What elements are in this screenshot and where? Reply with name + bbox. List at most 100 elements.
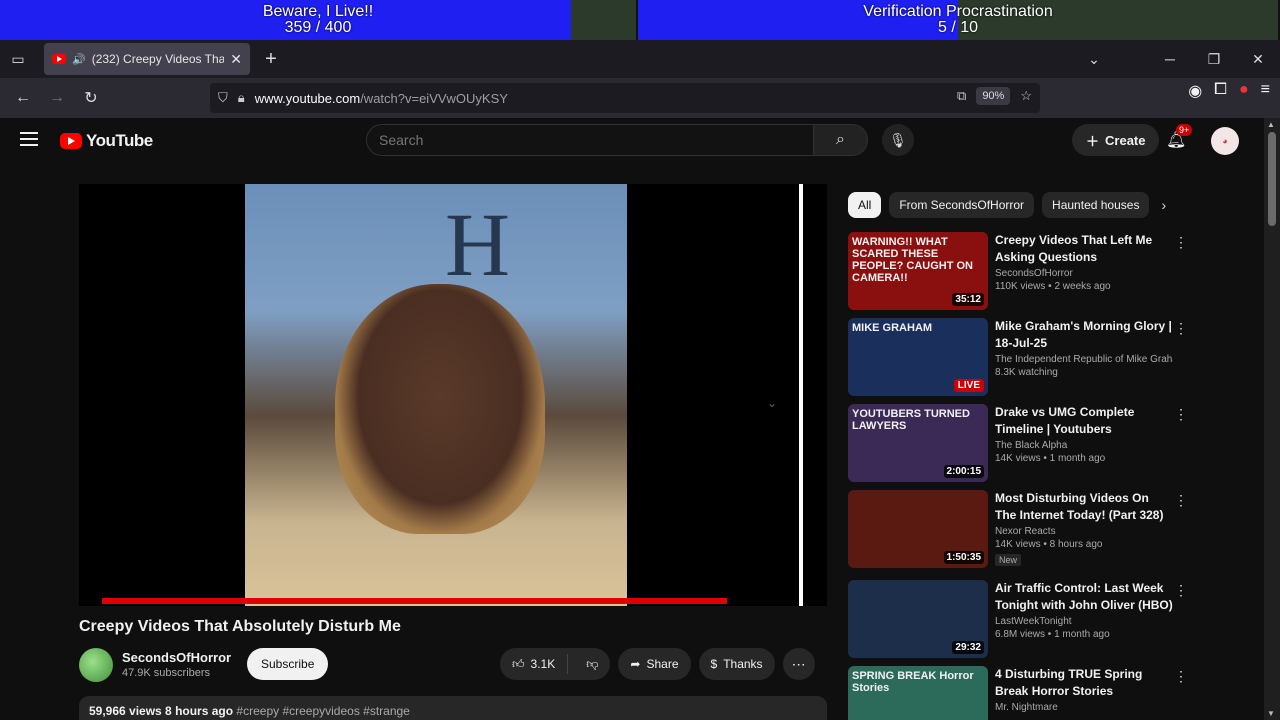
recommendation-thumbnail[interactable]: MIKE GRAHAM LIVE bbox=[848, 318, 988, 396]
goal-text: Verification Procrastination 5 / 10 bbox=[638, 4, 1278, 36]
kebab-menu-icon[interactable]: ⋮ bbox=[1174, 234, 1188, 251]
url-bar-actions: ⧉ 90% ☆ bbox=[957, 87, 1032, 105]
recommendation-info: Most Disturbing Videos On The Internet T… bbox=[995, 490, 1173, 568]
list-all-tabs-icon[interactable]: ⌄ bbox=[1072, 51, 1116, 68]
thumbnail-text: YOUTUBERS TURNED LAWYERS bbox=[852, 408, 970, 432]
like-button[interactable]: 👍︎ 3.1K bbox=[500, 654, 569, 674]
close-window-icon[interactable]: ✕ bbox=[1236, 51, 1280, 68]
youtube-logo[interactable]: YouTube bbox=[60, 131, 153, 151]
recommendation-thumbnail[interactable]: WARNING!! WHAT SCARED THESE PEOPLE? CAUG… bbox=[848, 232, 988, 310]
page-scrollbar[interactable]: ▲ ▼ bbox=[1264, 118, 1280, 720]
kebab-menu-icon[interactable]: ⋮ bbox=[1174, 668, 1188, 685]
kebab-menu-icon[interactable]: ⋮ bbox=[1174, 492, 1188, 509]
forward-icon[interactable]: → bbox=[40, 81, 74, 115]
dislike-button[interactable]: 👎︎ bbox=[574, 657, 610, 672]
menu-icon[interactable]: ≡ bbox=[1261, 81, 1270, 101]
recommendation-item[interactable]: YOUTUBERS TURNED LAWYERS 2:00:15 Drake vs … bbox=[848, 404, 1188, 486]
recommendation-channel[interactable]: Mr. Nightmare bbox=[995, 702, 1173, 713]
kebab-menu-icon[interactable]: ⋮ bbox=[1174, 582, 1188, 599]
browser-tab-bar: ▭ 🔊 (232) Creepy Videos That A ✕ + ⌄ ─ ❐… bbox=[0, 40, 1280, 78]
new-tab-button[interactable]: + bbox=[256, 44, 286, 74]
search-input[interactable] bbox=[366, 124, 814, 156]
restore-icon[interactable]: ❐ bbox=[1192, 51, 1236, 68]
search-box: ⌕ bbox=[366, 124, 868, 156]
extension-red-icon[interactable]: ● bbox=[1239, 81, 1249, 101]
recommendation-channel[interactable]: The Black Alpha bbox=[995, 440, 1173, 451]
channel-avatar[interactable] bbox=[79, 648, 113, 682]
goal-title: Beware, I Live!! bbox=[262, 3, 374, 20]
speaker-icon[interactable]: 🔊 bbox=[72, 53, 86, 66]
description-tags[interactable]: #creepy #creepyvideos #strange bbox=[236, 704, 409, 718]
scrollbar-thumb[interactable] bbox=[1268, 132, 1276, 226]
create-button[interactable]: ＋ Create bbox=[1072, 124, 1160, 156]
notifications-bell-icon[interactable]: 🔔︎ 9+ bbox=[1166, 124, 1193, 150]
kebab-menu-icon[interactable]: ⋮ bbox=[1174, 406, 1188, 423]
goal-bar-beware: Beware, I Live!! 359 / 400 bbox=[0, 0, 638, 40]
account-avatar[interactable]: ◕ bbox=[1211, 127, 1239, 155]
video-description[interactable]: 59,966 views 8 hours ago #creepy #creepy… bbox=[79, 696, 827, 720]
recommendation-channel[interactable]: Nexor Reacts bbox=[995, 526, 1173, 537]
recommendation-title[interactable]: Mike Graham's Morning Glory | 18-Jul-25 bbox=[995, 318, 1173, 352]
bookmark-star-icon[interactable]: ☆ bbox=[1020, 88, 1032, 104]
back-icon[interactable]: ← bbox=[6, 81, 40, 115]
lock-icon[interactable]: 🔒︎ bbox=[238, 90, 245, 106]
scroll-down-icon[interactable]: ▼ bbox=[1267, 709, 1275, 718]
chip-haunted-houses[interactable]: Haunted houses bbox=[1042, 192, 1150, 218]
channel-name[interactable]: SecondsOfHorror bbox=[122, 650, 231, 665]
recommendation-item[interactable]: WARNING!! WHAT SCARED THESE PEOPLE? CAUG… bbox=[848, 232, 1188, 314]
zoom-level[interactable]: 90% bbox=[976, 87, 1011, 105]
live-badge: LIVE bbox=[953, 379, 984, 392]
recommendation-channel[interactable]: SecondsOfHorror bbox=[995, 268, 1173, 279]
recommendation-title[interactable]: 4 Disturbing TRUE Spring Break Horror St… bbox=[995, 666, 1173, 700]
share-button[interactable]: ➦ Share bbox=[618, 648, 691, 680]
recommendation-item[interactable]: 1:50:35 Most Disturbing Videos On The Int… bbox=[848, 490, 1188, 572]
picture-in-picture-icon[interactable]: ⧉ bbox=[957, 88, 966, 104]
recommendation-item[interactable]: 29:32 Air Traffic Control: Last Week Toni… bbox=[848, 580, 1188, 662]
subscribe-button[interactable]: Subscribe bbox=[247, 648, 329, 680]
browser-tab-active[interactable]: 🔊 (232) Creepy Videos That A ✕ bbox=[44, 43, 250, 75]
goal-bar-verification: Verification Procrastination 5 / 10 bbox=[638, 0, 1280, 40]
recommendation-thumbnail[interactable]: SPRING BREAK Horror Stories bbox=[848, 666, 988, 720]
chip-all[interactable]: All bbox=[848, 192, 882, 218]
recommendation-title[interactable]: Drake vs UMG Complete Timeline | Youtube… bbox=[995, 404, 1173, 438]
recommendation-title[interactable]: Creepy Videos That Left Me Asking Questi… bbox=[995, 232, 1173, 266]
microphone-icon[interactable]: 🎙︎ bbox=[882, 124, 914, 156]
video-owner-row: SecondsOfHorror 47.9K subscribers Subscr… bbox=[79, 646, 827, 682]
kebab-menu-icon[interactable]: ⋮ bbox=[1174, 320, 1188, 337]
guide-menu-icon[interactable] bbox=[20, 132, 38, 150]
recommendation-thumbnail[interactable]: 29:32 bbox=[848, 580, 988, 658]
tab-list-icon[interactable]: ▭ bbox=[0, 40, 36, 78]
recommendation-title[interactable]: Most Disturbing Videos On The Internet T… bbox=[995, 490, 1173, 524]
account-icon[interactable]: ◉ bbox=[1188, 81, 1202, 101]
recommendation-meta: 8.3K watching bbox=[995, 367, 1058, 378]
recommendation-thumbnail[interactable]: 1:50:35 bbox=[848, 490, 988, 568]
scroll-up-icon[interactable]: ▲ bbox=[1267, 120, 1275, 129]
recommendation-item[interactable]: SPRING BREAK Horror Stories 4 Disturbing … bbox=[848, 666, 1188, 720]
chip-from-channel[interactable]: From SecondsOfHorror bbox=[889, 192, 1035, 218]
toolbar-right: ◉ ⧠ ● ≡ bbox=[1188, 81, 1270, 101]
chevron-right-icon[interactable]: › bbox=[1157, 197, 1166, 213]
shield-icon[interactable]: ⛉ bbox=[218, 90, 228, 106]
chevron-down-icon[interactable]: ⌄ bbox=[767, 396, 777, 410]
minimize-icon[interactable]: ─ bbox=[1148, 51, 1192, 67]
url-text[interactable]: www.youtube.com/watch?v=eiVVwOUyKSY bbox=[255, 91, 508, 106]
close-tab-icon[interactable]: ✕ bbox=[230, 51, 242, 68]
thanks-label: Thanks bbox=[723, 657, 763, 671]
reload-icon[interactable]: ↻ bbox=[74, 81, 108, 115]
search-icon[interactable]: ⌕ bbox=[814, 124, 868, 156]
recommendation-thumbnail[interactable]: YOUTUBERS TURNED LAWYERS 2:00:15 bbox=[848, 404, 988, 482]
youtube-page: YouTube ⌕ 🎙︎ ＋ Create 🔔︎9+ ◕ H ⌄ Cr bbox=[0, 118, 1264, 720]
video-progress-bar[interactable] bbox=[102, 598, 727, 604]
more-actions-icon[interactable]: ⋯ bbox=[782, 648, 815, 680]
url-bar[interactable]: ⛉ 🔒︎ www.youtube.com/watch?v=eiVVwOUyKSY… bbox=[210, 83, 1040, 113]
recommendation-item[interactable]: MIKE GRAHAM LIVE Mike Graham's Morning Glo… bbox=[848, 318, 1188, 400]
recommendation-title[interactable]: Air Traffic Control: Last Week Tonight w… bbox=[995, 580, 1173, 614]
thanks-button[interactable]: $ Thanks bbox=[698, 648, 775, 680]
thumbs-down-icon: 👎︎ bbox=[586, 656, 599, 671]
video-player[interactable]: H ⌄ bbox=[79, 184, 827, 606]
thumbnail-text: WARNING!! WHAT SCARED THESE PEOPLE? CAUG… bbox=[852, 236, 974, 284]
recommendation-channel[interactable]: LastWeekTonight bbox=[995, 616, 1173, 627]
recommendation-channel[interactable]: The Independent Republic of Mike Graha..… bbox=[995, 354, 1173, 365]
extensions-icon[interactable]: ⧠ bbox=[1214, 81, 1227, 101]
url-host: www.youtube.com bbox=[254, 90, 361, 106]
